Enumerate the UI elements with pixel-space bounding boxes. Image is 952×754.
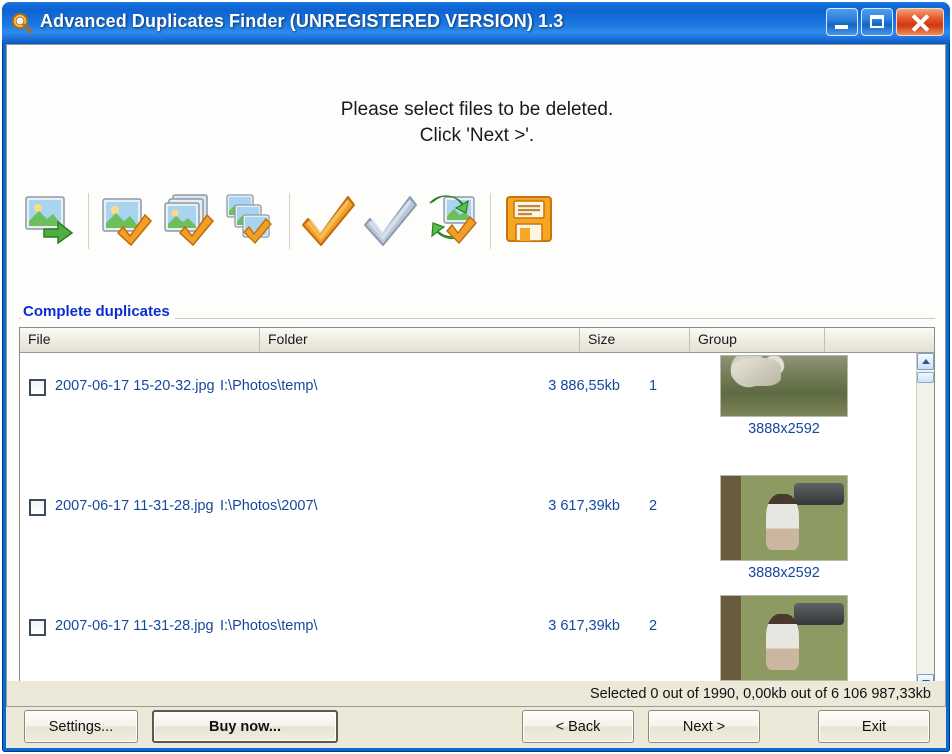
- close-button[interactable]: [896, 8, 944, 36]
- select-all-icon: [223, 191, 279, 252]
- cell-folder: I:\Photos\temp\: [220, 378, 318, 394]
- group-box-label: Complete duplicates: [21, 303, 175, 320]
- table-row[interactable]: 2007-06-17 11-31-28.jpg I:\Photos\temp\ …: [20, 593, 916, 691]
- select-group-icon: [161, 191, 217, 252]
- thumbnail-dimensions: 3888x2592: [748, 421, 820, 437]
- save-floppy-icon: [501, 191, 557, 252]
- column-header-size[interactable]: Size: [580, 328, 690, 352]
- thumbnail-dimensions: 3888x2592: [748, 565, 820, 581]
- table-row[interactable]: 2007-06-17 15-20-32.jpg I:\Photos\temp\ …: [20, 353, 916, 473]
- cell-file: 2007-06-17 15-20-32.jpg: [55, 378, 215, 394]
- buy-now-button[interactable]: Buy now...: [152, 710, 338, 743]
- list-header: File Folder Size Group: [20, 328, 934, 353]
- title-bar: Advanced Duplicates Finder (UNREGISTERED…: [2, 2, 950, 44]
- maximize-button[interactable]: [861, 8, 893, 36]
- cell-group: 2: [649, 498, 658, 514]
- window-title: Advanced Duplicates Finder (UNREGISTERED…: [40, 11, 564, 31]
- status-bar: Selected 0 out of 1990, 0,00kb out of 6 …: [6, 681, 946, 707]
- minimize-button[interactable]: [826, 8, 858, 36]
- button-bar: Settings... Buy now... < Back Next > Exi…: [6, 707, 946, 748]
- invert-selection-icon: [424, 191, 480, 252]
- toolbar-uncheck-all-button[interactable]: [359, 189, 421, 253]
- cell-folder: I:\Photos\temp\: [220, 618, 318, 634]
- next-button[interactable]: Next >: [648, 710, 760, 743]
- wizard-page: Please select files to be deleted. Click…: [6, 44, 947, 692]
- row-checkbox[interactable]: [29, 619, 46, 636]
- scroll-up-icon[interactable]: [917, 353, 934, 370]
- thumbnail-image: [720, 355, 848, 417]
- thumbnail-image: [720, 595, 848, 681]
- table-row[interactable]: 2007-06-17 11-31-28.jpg I:\Photos\2007\ …: [20, 473, 916, 593]
- toolbar-move-files-button[interactable]: [19, 189, 81, 253]
- toolbar-separator: [490, 193, 491, 249]
- instruction-text: Please select files to be deleted. Click…: [7, 97, 947, 149]
- cell-size: 3 617,39kb: [548, 498, 620, 514]
- instruction-line-2: Click 'Next >'.: [419, 125, 535, 146]
- cell-thumbnail: 3888x2592: [719, 355, 849, 437]
- orange-check-icon: [300, 191, 356, 252]
- cell-size: 3 886,55kb: [548, 378, 620, 394]
- thumbnail-image: [720, 475, 848, 561]
- cell-group: 2: [649, 618, 658, 634]
- move-files-icon: [22, 191, 78, 252]
- cell-thumbnail: 3888x2592: [719, 475, 849, 581]
- row-checkbox[interactable]: [29, 499, 46, 516]
- toolbar-separator: [289, 193, 290, 249]
- row-checkbox[interactable]: [29, 379, 46, 396]
- toolbar-select-file-button[interactable]: [96, 189, 158, 253]
- column-header-group[interactable]: Group: [690, 328, 825, 352]
- toolbar-separator: [88, 193, 89, 249]
- settings-button[interactable]: Settings...: [24, 710, 138, 743]
- list-vertical-scrollbar[interactable]: [916, 353, 934, 691]
- cell-thumbnail: 3888x2592: [719, 595, 849, 691]
- application-window: Advanced Duplicates Finder (UNREGISTERED…: [2, 2, 950, 752]
- toolbar-check-all-button[interactable]: [297, 189, 359, 253]
- client-area: Please select files to be deleted. Click…: [6, 44, 946, 748]
- exit-button[interactable]: Exit: [818, 710, 930, 743]
- toolbar-save-button[interactable]: [498, 189, 560, 253]
- cell-size: 3 617,39kb: [548, 618, 620, 634]
- instruction-line-1: Please select files to be deleted.: [340, 99, 614, 120]
- magnifier-icon: [11, 12, 33, 34]
- select-file-icon: [99, 191, 155, 252]
- column-header-file[interactable]: File: [20, 328, 260, 352]
- cell-group: 1: [649, 378, 658, 394]
- cell-folder: I:\Photos\2007\: [220, 498, 318, 514]
- cell-file: 2007-06-17 11-31-28.jpg: [55, 498, 214, 514]
- window-controls: [826, 8, 944, 38]
- duplicates-list[interactable]: File Folder Size Group 2007-06-17 15-20-…: [19, 327, 935, 692]
- list-rows: 2007-06-17 15-20-32.jpg I:\Photos\temp\ …: [20, 353, 916, 691]
- toolbar-invert-selection-button[interactable]: [421, 189, 483, 253]
- toolbar-select-group-button[interactable]: [158, 189, 220, 253]
- status-text: Selected 0 out of 1990, 0,00kb out of 6 …: [589, 685, 931, 702]
- cell-file: 2007-06-17 11-31-28.jpg: [55, 618, 214, 634]
- scrollbar-thumb[interactable]: [917, 372, 934, 383]
- gray-check-icon: [362, 191, 418, 252]
- column-header-thumbnail[interactable]: [825, 328, 934, 352]
- toolbar-select-all-button[interactable]: [220, 189, 282, 253]
- column-header-folder[interactable]: Folder: [260, 328, 580, 352]
- back-button[interactable]: < Back: [522, 710, 634, 743]
- toolbar: [19, 185, 935, 257]
